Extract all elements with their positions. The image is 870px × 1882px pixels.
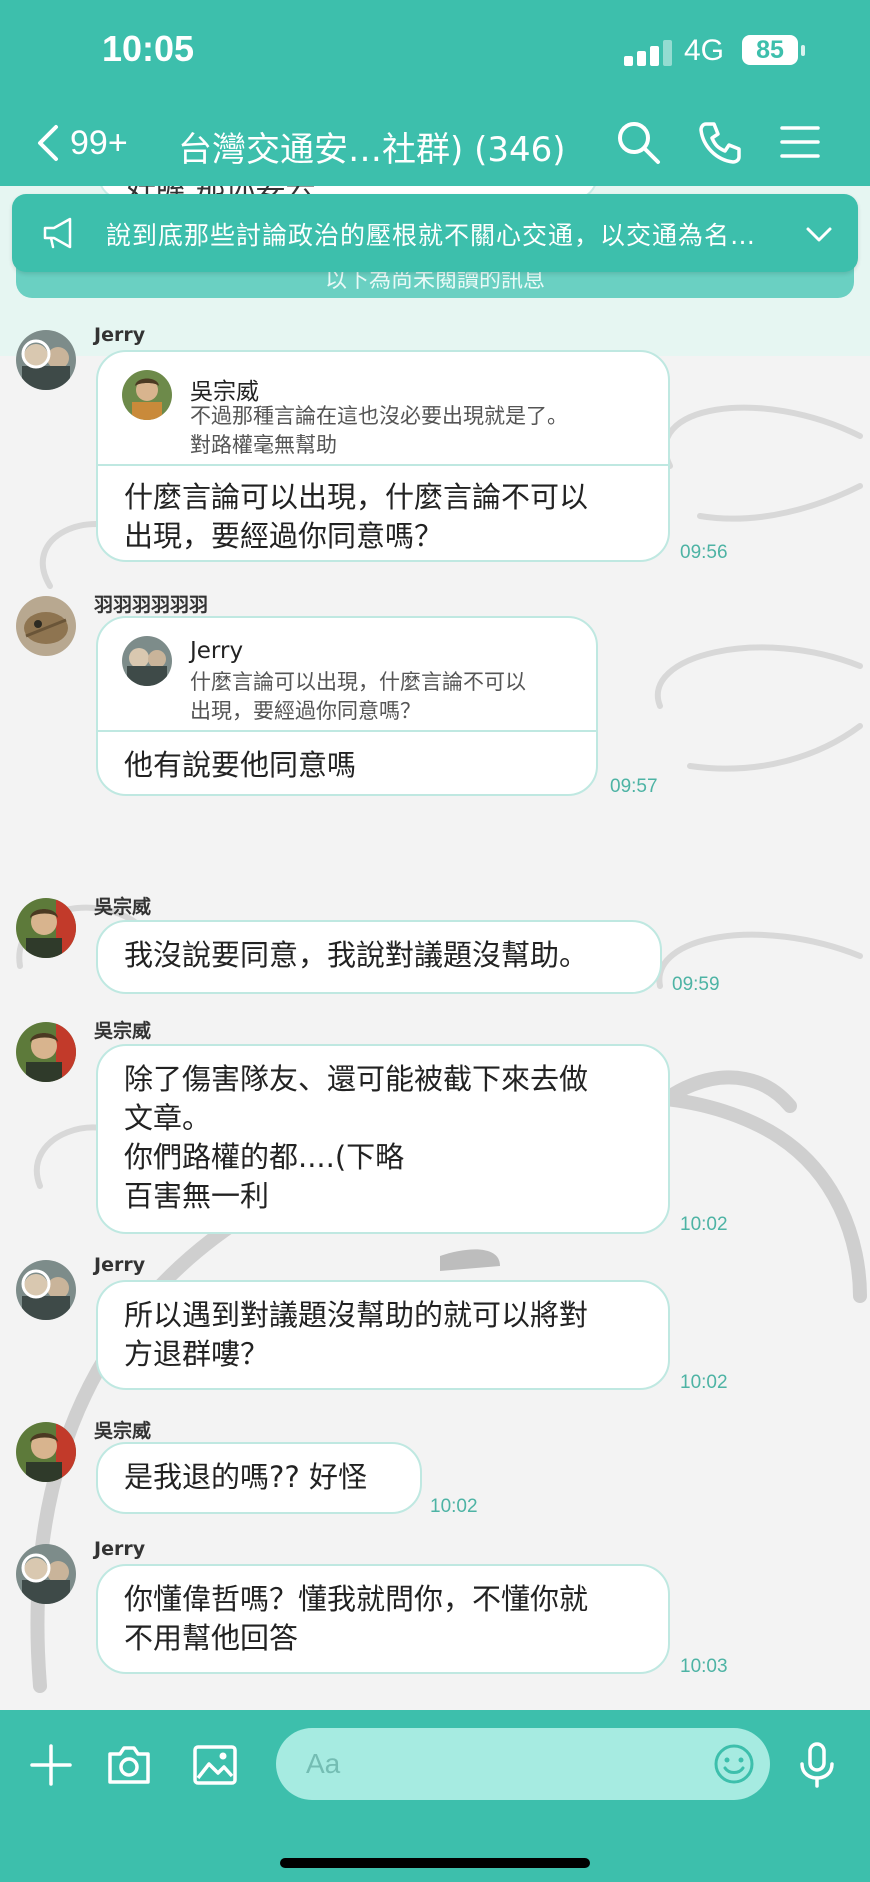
home-indicator — [280, 1858, 590, 1868]
chat-area[interactable]: 好喔 那你要去 以下為尚未閱讀的訊息 說到底那些討論政治的壓根就不關心交通，以交… — [0, 186, 870, 1710]
reply-text: 什麼言論可以出現，什麼言論不可以 出現，要經過你同意嗎？ — [190, 670, 526, 723]
menu-icon[interactable] — [776, 118, 824, 166]
announcement-text: 說到底那些討論政治的壓根就不關心交通，以交通為名行政治之實 — [106, 221, 766, 250]
message-text: 我沒說要同意，我說對議題沒幫助。 — [124, 938, 589, 972]
input-bar — [0, 1710, 870, 1882]
sender-name: Jerry — [94, 324, 146, 346]
message-bubble[interactable]: 所以遇到對議題沒幫助的就可以將對 方退群嘍？ — [96, 1280, 670, 1390]
message-time: 09:56 — [680, 542, 728, 563]
sender-name: 吳宗威 — [94, 1420, 152, 1442]
chat-header: 99+ 台灣交通安…社群) (346) — [0, 100, 870, 186]
avatar[interactable] — [16, 1422, 76, 1482]
message-time: 09:59 — [672, 974, 720, 995]
reply-quote[interactable]: 吳宗威 不過那種言論在這也沒必要出現就是了。 對路權毫無幫助 — [98, 352, 668, 466]
reply-text: 不過那種言論在這也沒必要出現就是了。 對路權毫無幫助 — [190, 404, 568, 457]
megaphone-icon — [43, 217, 72, 249]
message-text: 所以遇到對議題沒幫助的就可以將對 方退群嘍？ — [124, 1298, 589, 1371]
chevron-down-icon[interactable] — [804, 220, 834, 248]
avatar[interactable] — [16, 596, 76, 656]
message-time: 10:03 — [680, 1656, 728, 1677]
sender-name: 吳宗威 — [94, 896, 152, 918]
message-text: 什麼言論可以出現，什麼言論不可以 出現，要經過你同意嗎？ — [124, 480, 589, 553]
network-type: 4G — [684, 34, 725, 67]
reply-sender-name: 吳宗威 — [190, 379, 259, 405]
chevron-left-icon — [38, 125, 58, 161]
message-bubble[interactable]: 我沒說要同意，我說對議題沒幫助。 — [96, 920, 662, 994]
avatar[interactable] — [16, 330, 76, 390]
message-bubble[interactable]: 除了傷害隊友、還可能被截下來去做 文章。 你們路權的都....(下略 百害無一利 — [96, 1044, 670, 1234]
camera-icon[interactable] — [104, 1740, 154, 1790]
message-text: 他有說要他同意嗎 — [124, 748, 357, 782]
battery-tip — [801, 45, 805, 56]
battery-icon: 85 — [742, 35, 798, 65]
message-text: 除了傷害隊友、還可能被截下來去做 文章。 你們路權的都....(下略 百害無一利 — [124, 1062, 589, 1213]
status-time: 10:05 — [102, 28, 195, 69]
sender-name: Jerry — [94, 1254, 146, 1276]
message-bubble[interactable]: 你懂偉哲嗎？懂我就問你，不懂你就 不用幫他回答 — [96, 1564, 670, 1674]
avatar — [122, 636, 172, 686]
avatar[interactable] — [16, 1022, 76, 1082]
phone-icon[interactable] — [696, 118, 744, 166]
avatar[interactable] — [16, 898, 76, 958]
message-text: 你懂偉哲嗎？懂我就問你，不懂你就 不用幫他回答 — [124, 1582, 589, 1655]
announcement-banner[interactable]: 說到底那些討論政治的壓根就不關心交通，以交通為名行政治之實 — [12, 194, 858, 272]
back-button[interactable]: 99+ — [34, 118, 128, 168]
emoji-icon[interactable] — [712, 1742, 756, 1786]
image-icon[interactable] — [190, 1740, 240, 1790]
sender-name: 羽羽羽羽羽羽 — [94, 594, 209, 616]
message-text: 是我退的嗎?? 好怪 — [124, 1460, 368, 1494]
message-time: 09:57 — [610, 776, 658, 797]
reply-sender-name: Jerry — [190, 638, 244, 664]
message-bubble[interactable]: 吳宗威 不過那種言論在這也沒必要出現就是了。 對路權毫無幫助 什麼言論可以出現，… — [96, 350, 670, 562]
search-icon[interactable] — [614, 118, 662, 166]
avatar[interactable] — [16, 1544, 76, 1604]
microphone-icon[interactable] — [792, 1740, 842, 1790]
message-bubble[interactable]: Jerry 什麼言論可以出現，什麼言論不可以 出現，要經過你同意嗎？ 他有說要他… — [96, 616, 598, 796]
avatar — [122, 370, 172, 420]
reply-quote[interactable]: Jerry 什麼言論可以出現，什麼言論不可以 出現，要經過你同意嗎？ — [98, 618, 596, 732]
unread-count: 99+ — [70, 123, 128, 162]
message-time: 10:02 — [680, 1214, 728, 1235]
plus-icon[interactable] — [26, 1740, 76, 1790]
message-input[interactable] — [276, 1728, 770, 1800]
status-bar: 10:05 4G 85 — [0, 0, 870, 100]
message-time: 10:02 — [680, 1372, 728, 1393]
sender-name: Jerry — [94, 1538, 146, 1560]
message-time: 10:02 — [430, 1496, 478, 1517]
chat-title[interactable]: 台灣交通安…社群) (346) — [178, 122, 566, 171]
signal-icon — [624, 40, 674, 66]
avatar[interactable] — [16, 1260, 76, 1320]
message-bubble[interactable]: 是我退的嗎?? 好怪 — [96, 1442, 422, 1514]
sender-name: 吳宗威 — [94, 1020, 152, 1042]
